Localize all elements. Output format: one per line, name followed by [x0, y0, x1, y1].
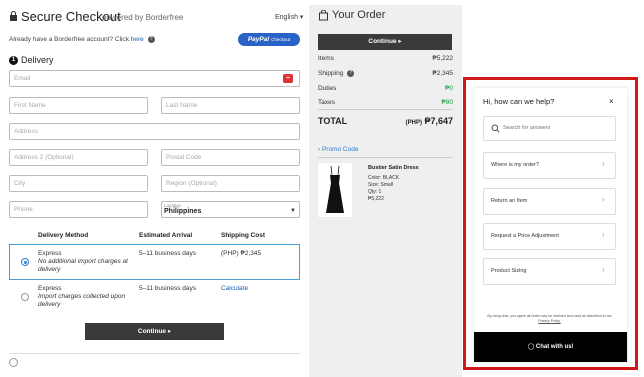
- next-step-marker: [9, 358, 18, 367]
- option-2-note: Import charges collected upon delivery: [38, 293, 126, 308]
- col-delivery-method: Delivery Method: [38, 232, 89, 239]
- first-name-field[interactable]: First Name: [9, 97, 148, 114]
- duties-label: Duties: [318, 85, 337, 92]
- chat-legal-body: By using chat, you agree all chats may b…: [487, 314, 612, 318]
- total-value: ₱7,647: [424, 116, 453, 126]
- help-item-label: Return an Item: [491, 198, 528, 204]
- chat-legal-text: By using chat, you agree all chats may b…: [487, 314, 612, 324]
- help-item-label: Where is my order?: [491, 162, 539, 168]
- postal-code-placeholder: Postal Code: [166, 154, 202, 161]
- city-field[interactable]: City: [9, 175, 148, 192]
- address-placeholder: Address: [14, 128, 38, 135]
- product-image: [318, 163, 352, 217]
- last-name-placeholder: Last Name: [166, 102, 198, 109]
- city-placeholder: City: [14, 180, 26, 187]
- col-shipping-cost: Shipping Cost: [221, 232, 266, 239]
- total-label: TOTAL: [318, 116, 348, 126]
- cart-icon: [319, 10, 328, 21]
- region-field[interactable]: Region (Optional): [161, 175, 300, 192]
- chevron-right-icon: ›: [602, 159, 605, 168]
- promo-divider: [318, 157, 452, 158]
- items-value: ₱5,222: [432, 55, 453, 62]
- taxes-label: Taxes: [318, 99, 335, 106]
- calculate-link[interactable]: Calculate: [221, 285, 248, 292]
- chevron-right-icon: ›: [602, 230, 605, 239]
- chat-button-label: Chat with us!: [535, 344, 574, 350]
- product-price: ₱5,222: [368, 196, 384, 202]
- powered-by-text: powered by Borderfree: [102, 13, 184, 22]
- product-color: Color: BLACK: [368, 175, 400, 181]
- region-placeholder: Region (Optional): [166, 180, 217, 187]
- delivery-heading: Delivery: [21, 55, 54, 65]
- option-1-cost: (PHP) ₱2,345: [221, 250, 262, 257]
- help-item-label: Product Sizing: [491, 268, 527, 274]
- chevron-right-icon: ›: [602, 195, 605, 204]
- paypal-label: PayPal: [247, 36, 270, 43]
- phone-field[interactable]: Phone: [9, 201, 148, 218]
- promo-code-link[interactable]: › Promo Code: [318, 146, 358, 153]
- shipping-label-text: Shipping: [318, 70, 344, 78]
- search-icon: [491, 124, 500, 133]
- shipping-help-icon[interactable]: ?: [347, 70, 355, 77]
- product-size: Size: Small: [368, 182, 394, 188]
- chat-with-us-button[interactable]: ◯ Chat with us!: [474, 332, 627, 362]
- help-item-label: Request a Price Adjustment: [491, 233, 559, 239]
- duties-value: ₱0: [445, 85, 453, 92]
- delivery-option-radio-2[interactable]: [21, 293, 29, 301]
- total-value-group: (PHP) ₱7,647: [406, 116, 453, 126]
- taxes-value: ₱80: [441, 99, 453, 106]
- paypal-checkout-button[interactable]: PayPal Checkout: [238, 33, 300, 46]
- address-field[interactable]: Address: [9, 123, 300, 140]
- help-search-placeholder: Search for answers: [503, 125, 551, 131]
- option-2-arrival: 5–11 business days: [139, 285, 196, 292]
- last-name-field[interactable]: Last Name: [161, 97, 300, 114]
- col-estimated-arrival: Estimated Arrival: [139, 232, 193, 239]
- continue-button[interactable]: Continue ▸: [85, 323, 224, 340]
- close-icon[interactable]: ×: [609, 97, 614, 106]
- option-1-arrival: 5–11 business days: [139, 250, 196, 257]
- account-prompt: Already have a Borderfree account? Click…: [9, 36, 155, 43]
- option-1-note: No additional import charges at delivery: [38, 258, 128, 273]
- postal-code-field[interactable]: Postal Code: [161, 149, 300, 166]
- summary-divider: [318, 109, 452, 110]
- order-title: Your Order: [332, 9, 386, 21]
- language-select[interactable]: English ▾: [275, 13, 303, 21]
- items-label: Items: [318, 55, 334, 62]
- shipping-label: Shipping ?: [318, 70, 355, 78]
- account-prompt-text: Already have a Borderfree account? Click: [9, 36, 129, 44]
- order-continue-button[interactable]: Continue ▸: [318, 34, 452, 50]
- help-icon[interactable]: ?: [147, 36, 155, 43]
- chevron-right-icon: ›: [602, 265, 605, 274]
- section-divider: [9, 353, 300, 354]
- address2-field[interactable]: Address 2 (Optional): [9, 149, 148, 166]
- option-2-method: Express: [38, 285, 62, 292]
- help-widget-title: Hi, how can we help?: [483, 97, 555, 106]
- first-name-placeholder: First Name: [14, 102, 46, 109]
- chevron-down-icon: ▼: [290, 208, 296, 214]
- shipping-value: ₱2,345: [432, 70, 453, 77]
- address-book-icon[interactable]: ▪▪: [283, 74, 293, 83]
- address2-placeholder: Address 2 (Optional): [14, 154, 74, 161]
- account-login-link[interactable]: here: [131, 36, 144, 43]
- product-qty: Qty: 1: [368, 189, 382, 195]
- option-1-method: Express: [38, 250, 62, 257]
- privacy-policy-link[interactable]: Privacy Policy.: [538, 319, 561, 323]
- paypal-sub-label: Checkout: [271, 37, 291, 42]
- location-value: Philippines: [164, 208, 202, 215]
- product-name: Bustier Satin Dress: [368, 165, 419, 171]
- total-currency: (PHP): [405, 120, 422, 126]
- email-placeholder: Email: [14, 75, 31, 82]
- phone-placeholder: Phone: [14, 206, 33, 213]
- lock-icon: [10, 11, 17, 21]
- delivery-option-radio-1[interactable]: [21, 258, 29, 266]
- step-number: 1: [9, 56, 18, 65]
- chat-bubble-icon: ◯: [527, 344, 535, 350]
- email-field[interactable]: Email: [9, 70, 300, 87]
